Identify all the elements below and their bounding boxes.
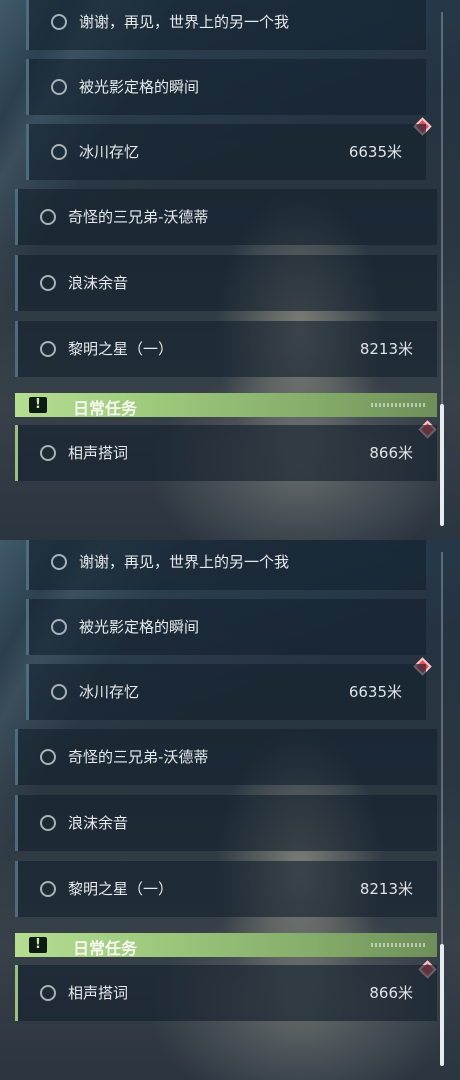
quest-panel-top: 谢谢，再见，世界上的另一个我 被光影定格的瞬间 冰川存忆 6635米 奇怪的三兄… <box>0 0 460 540</box>
quest-panel-bottom: 谢谢，再见，世界上的另一个我 被光影定格的瞬间 冰川存忆 6635米 奇怪的三兄… <box>0 540 460 1080</box>
quest-circle-icon <box>51 554 67 570</box>
quest-circle-icon <box>40 341 56 357</box>
quest-title: 冰川存忆 <box>79 683 140 701</box>
quest-distance: 866米 <box>369 984 413 1002</box>
quest-circle-icon <box>40 445 56 461</box>
quest-title: 浪沫余音 <box>68 814 129 832</box>
daily-quests-title: 日常任务 <box>73 399 138 418</box>
quest-item[interactable]: 谢谢，再见，世界上的另一个我 <box>26 540 426 590</box>
quest-title: 相声搭词 <box>68 984 129 1002</box>
daily-quests-header[interactable]: ! 日常任务 <box>15 393 437 418</box>
alert-badge-icon: ! <box>29 397 47 413</box>
quest-distance: 8213米 <box>359 340 413 358</box>
quest-circle-icon <box>40 749 56 765</box>
quest-item[interactable]: 被光影定格的瞬间 <box>26 59 426 115</box>
daily-quests-title: 日常任务 <box>73 939 138 958</box>
quest-title: 冰川存忆 <box>79 143 140 161</box>
quest-item[interactable]: 黎明之星（一） 8213米 <box>15 861 437 917</box>
quest-circle-icon <box>40 815 56 831</box>
quest-circle-icon <box>51 79 67 95</box>
quest-title: 相声搭词 <box>68 444 129 462</box>
quest-item[interactable]: 浪沫余音 <box>15 795 437 851</box>
quest-circle-icon <box>51 684 67 700</box>
quest-circle-icon <box>51 144 67 160</box>
quest-circle-icon <box>40 881 56 897</box>
quest-item[interactable]: 谢谢，再见，世界上的另一个我 <box>26 0 426 50</box>
daily-quest-item[interactable]: 相声搭词 866米 <box>15 965 437 1021</box>
quest-title: 浪沫余音 <box>68 274 129 292</box>
quest-item[interactable]: 黎明之星（一） 8213米 <box>15 321 437 377</box>
quest-distance: 866米 <box>369 444 413 462</box>
daily-quests-header[interactable]: ! 日常任务 <box>15 933 437 958</box>
quest-distance: 8213米 <box>359 880 413 898</box>
quest-circle-icon <box>51 619 67 635</box>
quest-title: 黎明之星（一） <box>68 880 174 898</box>
quest-distance: 6635米 <box>348 683 402 701</box>
quest-circle-icon <box>40 275 56 291</box>
quest-circle-icon <box>40 209 56 225</box>
quest-title: 奇怪的三兄弟-沃德蒂 <box>68 748 209 766</box>
quest-title: 被光影定格的瞬间 <box>79 78 200 96</box>
alert-badge-icon: ! <box>29 937 47 953</box>
quest-item[interactable]: 奇怪的三兄弟-沃德蒂 <box>15 729 437 785</box>
quest-title: 被光影定格的瞬间 <box>79 618 200 636</box>
quest-title: 奇怪的三兄弟-沃德蒂 <box>68 208 209 226</box>
quest-item[interactable]: 被光影定格的瞬间 <box>26 599 426 655</box>
quest-title: 黎明之星（一） <box>68 340 174 358</box>
quest-circle-icon <box>40 985 56 1001</box>
quest-title: 谢谢，再见，世界上的另一个我 <box>79 553 290 571</box>
quest-item[interactable]: 奇怪的三兄弟-沃德蒂 <box>15 189 437 245</box>
header-decoration <box>371 943 427 947</box>
quest-item[interactable]: 冰川存忆 6635米 <box>26 664 426 720</box>
quest-circle-icon <box>51 14 67 30</box>
header-decoration <box>371 403 427 407</box>
scrollbar-thumb[interactable] <box>440 404 444 526</box>
quest-item[interactable]: 冰川存忆 6635米 <box>26 124 426 180</box>
scrollbar-thumb[interactable] <box>440 944 444 1066</box>
quest-item[interactable]: 浪沫余音 <box>15 255 437 311</box>
quest-distance: 6635米 <box>348 143 402 161</box>
daily-quest-item[interactable]: 相声搭词 866米 <box>15 425 437 481</box>
quest-title: 谢谢，再见，世界上的另一个我 <box>79 13 290 31</box>
